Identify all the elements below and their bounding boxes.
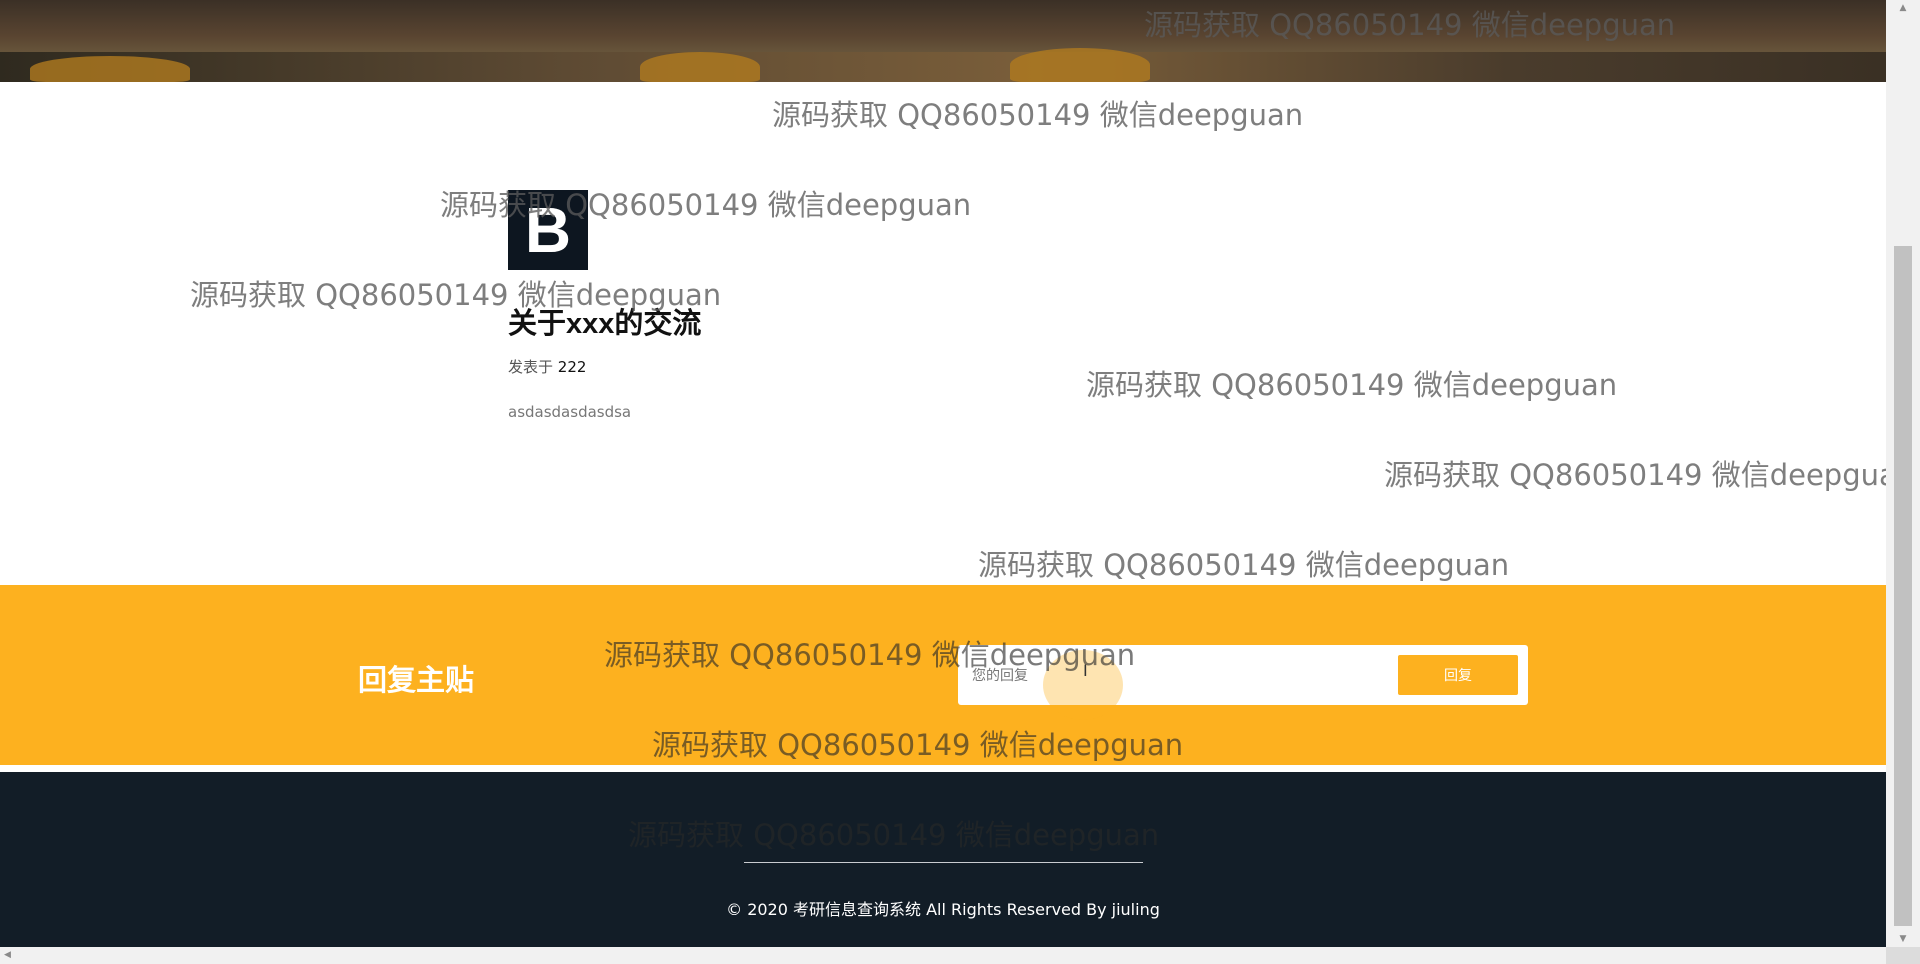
watermark-text: 源码获取 QQ86050149 微信deepguan [772,98,1304,132]
hero-landscape [0,52,1886,82]
reply-form: I 回复 [958,645,1528,720]
post-meta: 发表于 222 [508,356,701,377]
horizontal-scrollbar[interactable]: ◀ [0,947,1886,964]
post-article: B 关于xxx的交流 发表于 222 asdasdasdasdsa [508,190,701,421]
footer: © 2020 考研信息查询系统 All Rights Reserved By j… [0,772,1886,947]
reply-input[interactable] [970,655,1374,697]
post-title: 关于xxx的交流 [508,308,702,340]
scroll-down-arrow-icon[interactable]: ▼ [1886,931,1920,947]
hero-tree [640,52,760,82]
watermark-text: 源码获取 QQ86050149 微信deepguan [978,548,1510,582]
watermark-text: 源码获取 QQ86050149 微信deepguan [1384,458,1916,492]
hero-tree [1010,48,1150,82]
hero-banner [0,0,1886,82]
reply-submit-button[interactable]: 回复 [1398,655,1518,695]
scrollbar-thumb[interactable] [1894,246,1912,926]
watermark-text: 源码获取 QQ86050149 微信deepguan [1086,368,1618,402]
footer-copyright: © 2020 考研信息查询系统 All Rights Reserved By j… [726,900,1160,919]
scroll-up-arrow-icon[interactable]: ▲ [1886,0,1920,16]
reply-title: 回复主贴 [358,665,475,697]
vertical-scrollbar[interactable]: ▲ ▼ [1886,0,1920,947]
post-body: asdasdasdasdsa [508,403,632,421]
scrollbar-corner [1886,947,1920,964]
reply-section: 回复主贴 I 回复 [0,585,1886,765]
scroll-left-arrow-icon[interactable]: ◀ [4,947,11,964]
footer-divider [744,862,1143,863]
post-logo: B [508,190,588,270]
hero-tree [30,56,190,82]
post-meta-label: 发表于 [508,358,554,376]
post-meta-value: 222 [557,358,587,376]
